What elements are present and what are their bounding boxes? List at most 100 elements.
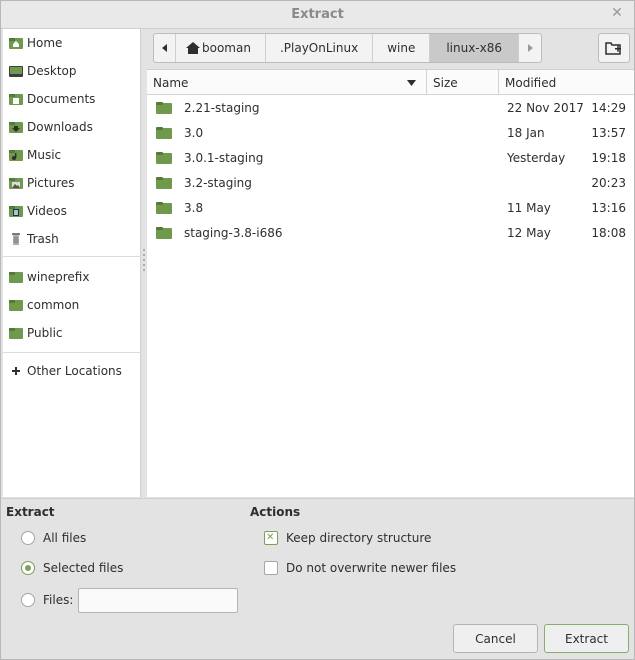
files-pattern-input[interactable] xyxy=(78,588,238,613)
all-files-radio[interactable]: All files xyxy=(21,531,86,545)
sidebar-item-label: Public xyxy=(27,326,63,340)
folder-icon xyxy=(156,102,172,114)
column-size[interactable]: Size xyxy=(427,70,499,95)
file-row[interactable]: 3.0 18 Jan 13:57 xyxy=(147,121,634,146)
file-date: Yesterday xyxy=(507,151,566,165)
keep-directory-structure-checkbox[interactable]: Keep directory structure xyxy=(264,530,431,546)
file-time: 19:18 xyxy=(591,151,626,165)
file-row[interactable]: 3.0.1-staging Yesterday 19:18 xyxy=(147,146,634,171)
sidebar-item-label: wineprefix xyxy=(27,270,90,284)
column-modified[interactable]: Modified xyxy=(499,70,634,95)
crumb-playonlinux[interactable]: .PlayOnLinux xyxy=(266,34,374,62)
file-name: 2.21-staging xyxy=(184,101,260,115)
file-row[interactable]: 3.8 11 May 13:16 xyxy=(147,196,634,221)
file-date: 11 May xyxy=(507,201,551,215)
crumb-label: booman xyxy=(202,41,251,55)
pictures-icon xyxy=(9,178,23,189)
folder-icon xyxy=(156,127,172,139)
sidebar-item-trash[interactable]: Trash xyxy=(3,227,141,251)
do-not-overwrite-checkbox[interactable]: Do not overwrite newer files xyxy=(264,561,456,575)
new-folder-button[interactable] xyxy=(598,33,630,63)
places-sidebar: Home Desktop Documents Downloads Music P… xyxy=(3,29,141,497)
documents-icon xyxy=(9,94,23,105)
sidebar-item-other-locations[interactable]: Other Locations xyxy=(3,359,141,383)
sidebar-item-label: Downloads xyxy=(27,120,93,134)
file-row[interactable]: staging-3.8-i686 12 May 18:08 xyxy=(147,221,634,246)
file-name: staging-3.8-i686 xyxy=(184,226,283,240)
column-size-label: Size xyxy=(433,75,458,90)
sidebar-item-label: Desktop xyxy=(27,64,77,78)
sidebar-item-pictures[interactable]: Pictures xyxy=(3,171,141,195)
trash-icon xyxy=(12,233,20,245)
sidebar-item-home[interactable]: Home xyxy=(3,31,141,55)
path-bar: booman .PlayOnLinux wine linux-x86 xyxy=(153,33,543,63)
path-back-button[interactable] xyxy=(154,34,176,62)
folder-icon xyxy=(156,177,172,189)
file-time: 13:57 xyxy=(591,126,626,140)
folder-icon xyxy=(9,272,23,283)
folder-icon xyxy=(156,227,172,239)
file-name: 3.0.1-staging xyxy=(184,151,264,165)
actions-heading: Actions xyxy=(250,505,301,519)
sidebar-item-desktop[interactable]: Desktop xyxy=(3,59,141,83)
extract-button[interactable]: Extract xyxy=(544,624,629,653)
selected-files-radio[interactable]: Selected files xyxy=(21,561,123,575)
all-files-label: All files xyxy=(43,531,87,545)
column-name[interactable]: Name xyxy=(147,70,427,95)
file-row[interactable]: 2.21-staging 22 Nov 2017 14:29 xyxy=(147,96,634,121)
file-row[interactable]: 3.2-staging 20:23 xyxy=(147,171,634,196)
extract-dialog: Extract ✕ Home Desktop Documents Downloa… xyxy=(0,0,635,660)
sidebar-item-label: Home xyxy=(27,36,63,50)
crumb-wine[interactable]: wine xyxy=(373,34,431,62)
file-date: 18 Jan xyxy=(507,126,545,140)
videos-icon xyxy=(9,206,23,217)
file-time: 20:23 xyxy=(591,176,626,190)
file-name: 3.0 xyxy=(184,126,204,140)
sidebar-item-videos[interactable]: Videos xyxy=(3,199,141,223)
column-modified-label: Modified xyxy=(505,75,557,90)
cancel-button[interactable]: Cancel xyxy=(453,624,538,653)
selected-files-label: Selected files xyxy=(43,561,124,575)
sidebar-item-downloads[interactable]: Downloads xyxy=(3,115,141,139)
file-time: 14:29 xyxy=(591,101,626,115)
home-icon xyxy=(186,42,200,54)
path-forward-button[interactable] xyxy=(519,34,541,62)
desktop-icon xyxy=(9,66,23,77)
sidebar-item-common[interactable]: common xyxy=(3,293,141,317)
sidebar-divider xyxy=(3,256,141,257)
close-icon[interactable]: ✕ xyxy=(610,6,624,20)
sidebar-item-label: Documents xyxy=(27,92,96,106)
sidebar-item-label: Other Locations xyxy=(27,364,122,378)
pane-resize-handle[interactable] xyxy=(142,249,146,273)
home-icon xyxy=(9,38,23,49)
crumb-linux-x86[interactable]: linux-x86 xyxy=(430,34,520,62)
sidebar-item-music[interactable]: Music xyxy=(3,143,141,167)
sidebar-item-public[interactable]: Public xyxy=(3,321,141,345)
checkbox-indicator[interactable] xyxy=(264,561,278,575)
crumb-label: .PlayOnLinux xyxy=(279,41,359,55)
file-date: 22 Nov 2017 xyxy=(507,101,584,115)
sidebar-divider xyxy=(3,352,141,353)
radio-indicator[interactable] xyxy=(21,531,35,545)
sidebar-item-documents[interactable]: Documents xyxy=(3,87,141,111)
sidebar-item-label: Trash xyxy=(27,232,59,246)
folder-icon xyxy=(9,328,23,339)
extract-heading: Extract xyxy=(6,505,55,519)
sidebar-item-label: Videos xyxy=(27,204,67,218)
folder-icon xyxy=(156,202,172,214)
downloads-icon xyxy=(9,122,23,133)
window-title: Extract xyxy=(291,7,344,22)
files-radio[interactable]: Files: xyxy=(21,593,73,607)
new-folder-icon xyxy=(605,42,621,55)
sidebar-item-wineprefix[interactable]: wineprefix xyxy=(3,265,141,289)
crumb-booman[interactable]: booman xyxy=(176,34,266,62)
radio-indicator[interactable] xyxy=(21,593,35,607)
chevron-left-icon xyxy=(161,44,167,52)
extract-options-panel: Extract All files Selected files Files: … xyxy=(1,498,634,659)
radio-indicator-selected[interactable] xyxy=(21,561,35,575)
file-name: 3.2-staging xyxy=(184,176,252,190)
folder-icon xyxy=(9,300,23,311)
sidebar-item-label: Pictures xyxy=(27,176,75,190)
do-not-overwrite-label: Do not overwrite newer files xyxy=(286,561,457,575)
checkbox-indicator-checked[interactable] xyxy=(264,530,278,546)
